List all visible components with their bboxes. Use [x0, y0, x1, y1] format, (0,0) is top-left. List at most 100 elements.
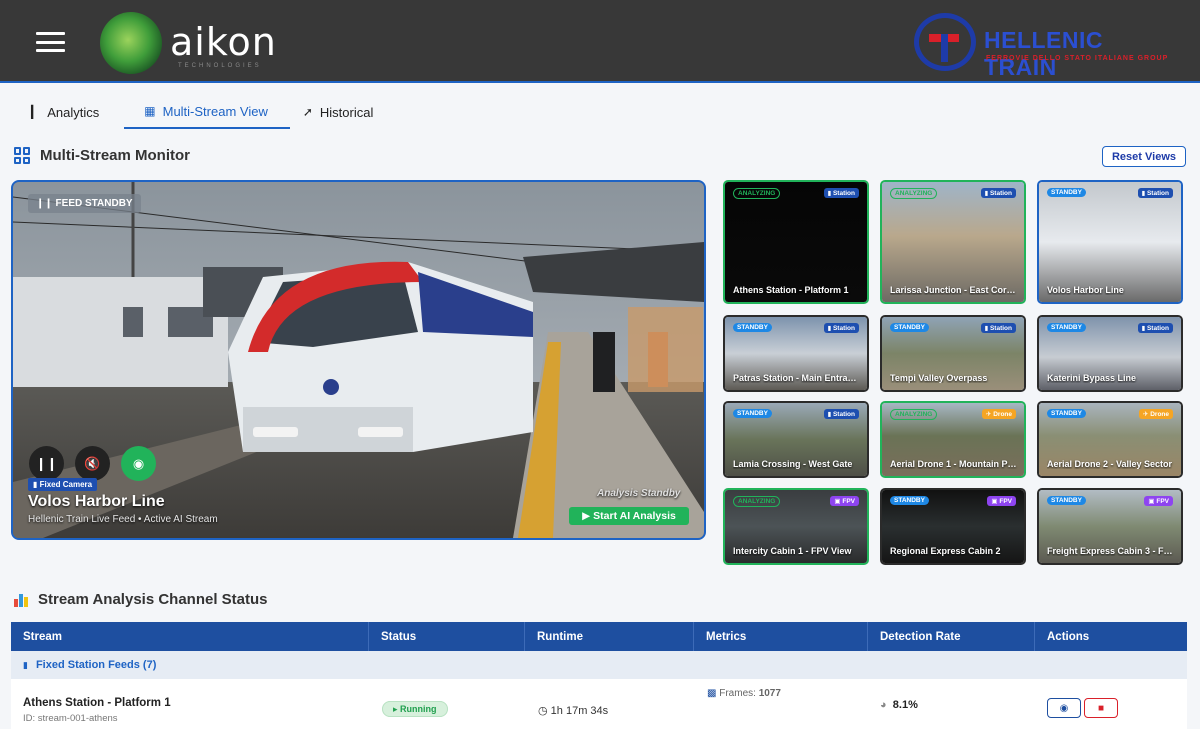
camera-type-text: Fixed Camera	[39, 480, 93, 489]
feed-status-text: FEED STANDBY	[55, 198, 133, 209]
start-ai-label: Start AI Analysis	[593, 510, 676, 522]
thumbnail-type-badge: ✈ Drone	[1138, 409, 1173, 419]
stream-thumbnail[interactable]: STANDBY ▮ Station Lamia Crossing - West Ga…	[723, 401, 869, 478]
thumbnail-type-badge: ▮ Station	[823, 188, 859, 198]
thumbnail-status-badge: STANDBY	[890, 323, 929, 332]
thumbnail-label: Aerial Drone 2 - Valley Sector	[1047, 459, 1173, 469]
menu-icon[interactable]	[36, 32, 65, 52]
col-actions: Actions	[1047, 630, 1090, 643]
table-row: Athens Station - Platform 1 ID: stream-0…	[11, 679, 1187, 729]
view-toggle-button[interactable]: ◉	[121, 446, 156, 481]
status-badge: ▸ Running	[382, 701, 448, 717]
thumbnail-type-text: FPV	[1156, 498, 1169, 505]
thumbnail-type-badge: ▮ Station	[823, 409, 859, 419]
thumbnail-label: Aerial Drone 1 - Mountain Pass	[890, 459, 1018, 469]
col-metrics: Metrics	[694, 622, 868, 651]
stop-stream-button[interactable]: ■	[1084, 698, 1118, 718]
pause-icon: ❙❙	[35, 455, 58, 471]
table-header: Stream Status Runtime Metrics Detection …	[11, 622, 1187, 651]
pause-button[interactable]: ❙❙	[29, 446, 64, 481]
col-detection-rate: Detection Rate	[868, 622, 1035, 651]
thumbnail-type-badge: ▮ Station	[1137, 188, 1173, 198]
metrics: ▩ Frames: 1077	[707, 688, 781, 699]
thumbnail-status-badge: STANDBY	[1047, 409, 1086, 418]
stream-thumbnail[interactable]: STANDBY ✈ Drone Aerial Drone 2 - Valley Se…	[1037, 401, 1183, 478]
thumbnail-type-text: Station	[989, 325, 1012, 332]
thumbnail-preview	[1039, 182, 1181, 302]
thumbnail-status-badge: ANALYZING	[733, 496, 781, 507]
tab-label: Analytics	[47, 104, 100, 120]
thumbnail-type-text: Station	[989, 190, 1012, 197]
thumbnail-type-badge: ▮ Station	[823, 323, 859, 333]
stop-icon: ■	[1097, 702, 1105, 714]
main-stream-title: Volos Harbor Line	[28, 493, 165, 510]
clock-icon: ◷	[538, 705, 548, 717]
channel-status-title: Stream Analysis Channel Status	[14, 591, 268, 608]
stream-name: Athens Station - Platform 1	[23, 697, 171, 709]
tab-historical[interactable]: ➚ Historical	[300, 95, 389, 129]
bar-chart-icon: ▎	[31, 105, 41, 119]
stream-thumbnail[interactable]: STANDBY ▮ Station Volos Harbor Line	[1037, 180, 1183, 304]
thumbnail-label: Katerini Bypass Line	[1047, 373, 1137, 383]
monitor-title-text: Multi-Stream Monitor	[40, 147, 190, 164]
channel-status-table: Stream Status Runtime Metrics Detection …	[11, 622, 1187, 729]
line-chart-icon: ➚	[302, 105, 313, 119]
thumbnail-status-badge: STANDBY	[890, 496, 929, 505]
main-video-player[interactable]	[11, 180, 706, 540]
tab-multi-stream-view[interactable]: ▦ Multi-Stream View	[124, 95, 290, 129]
eye-icon: ◉	[1059, 702, 1069, 714]
muted-speaker-icon: 🔇	[84, 455, 101, 471]
stream-thumbnail[interactable]: STANDBY ▮ Station Patras Station - Main En…	[723, 315, 869, 392]
channel-status-title-text: Stream Analysis Channel Status	[38, 591, 268, 608]
col-status: Status	[369, 622, 525, 651]
detection-rate: ◕ 8.1%	[880, 699, 918, 711]
stream-thumbnail[interactable]: STANDBY ▣ FPV Regional Express Cabin 2	[880, 488, 1026, 565]
thumbnail-status-badge: STANDBY	[1047, 323, 1086, 332]
gauge-icon: ◕	[880, 699, 887, 711]
reset-views-button[interactable]: Reset Views	[1101, 146, 1186, 167]
thumbnail-label: Larissa Junction - East Corridor	[890, 285, 1018, 295]
thumbnail-type-badge: ▮ Station	[980, 188, 1016, 198]
thumbnail-type-text: Station	[1146, 190, 1169, 197]
col-stream: Stream	[11, 622, 369, 651]
aikon-logo: aikon TECHNOLOGIES	[100, 12, 276, 74]
tab-analytics[interactable]: ▎ Analytics	[28, 95, 114, 129]
mute-button[interactable]: 🔇	[75, 446, 110, 481]
thumbnail-status-badge: ANALYZING	[890, 188, 938, 199]
hellenic-train-emblem-icon	[914, 13, 976, 71]
thumbnail-label: Patras Station - Main Entrance	[733, 373, 861, 383]
view-stream-button[interactable]: ◉	[1047, 698, 1081, 718]
stream-thumbnail[interactable]: ANALYZING ▣ FPV Intercity Cabin 1 - FPV Vi…	[723, 488, 869, 565]
thumbnail-type-badge: ▣ FPV	[987, 496, 1016, 506]
thumbnail-type-badge: ▣ FPV	[1144, 496, 1173, 506]
hellenic-train-logo: HELLENIC TRAIN FERROVIE DELLO STATO ITAL…	[914, 13, 1180, 80]
stream-thumbnail[interactable]: STANDBY ▮ Station Katerini Bypass Line	[1037, 315, 1183, 392]
tab-label: Historical	[319, 104, 374, 120]
thumbnail-type-badge: ▮ Station	[980, 323, 1016, 333]
thumbnail-type-text: Station	[1146, 325, 1169, 332]
thumbnail-status-badge: STANDBY	[1047, 188, 1086, 197]
group-label: Fixed Station Feeds (7)	[35, 659, 157, 671]
group-row-fixed-station[interactable]: ▮ Fixed Station Feeds (7)	[11, 651, 1187, 679]
main-video-frame	[13, 182, 704, 538]
thumbnail-preview	[725, 182, 867, 302]
start-ai-analysis-button[interactable]: ▶ Start AI Analysis	[569, 507, 689, 525]
thumbnail-label: Lamia Crossing - West Gate	[733, 459, 853, 469]
runtime-text: 1h 17m 34s	[550, 705, 609, 717]
thumbnail-label: Volos Harbor Line	[1047, 285, 1124, 295]
thumbnail-status-badge: ANALYZING	[733, 188, 781, 199]
camera-icon: ▮	[23, 659, 28, 670]
metrics-label: Frames:	[719, 688, 756, 699]
detection-rate-text: 8.1%	[892, 699, 918, 711]
thumbnail-type-text: Drone	[993, 411, 1012, 418]
frames-icon: ▩	[707, 688, 717, 699]
thumbnail-type-text: Station	[832, 325, 855, 332]
stream-thumbnail[interactable]: STANDBY ▣ FPV Freight Express Cabin 3 - FP…	[1037, 488, 1183, 565]
stream-thumbnail[interactable]: STANDBY ▮ Station Tempi Valley Overpass	[880, 315, 1026, 392]
thumbnail-type-text: Station	[832, 411, 855, 418]
stream-thumbnail[interactable]: ANALYZING ▮ Station Larissa Junction - Eas…	[880, 180, 1026, 304]
thumbnail-type-badge: ▮ Station	[1137, 323, 1173, 333]
stream-thumbnail[interactable]: ANALYZING ✈ Drone Aerial Drone 1 - Mountai…	[880, 401, 1026, 478]
thumbnail-label: Athens Station - Platform 1	[733, 285, 849, 295]
stream-thumbnail[interactable]: ANALYZING ▮ Station Athens Station - Platf…	[723, 180, 869, 304]
